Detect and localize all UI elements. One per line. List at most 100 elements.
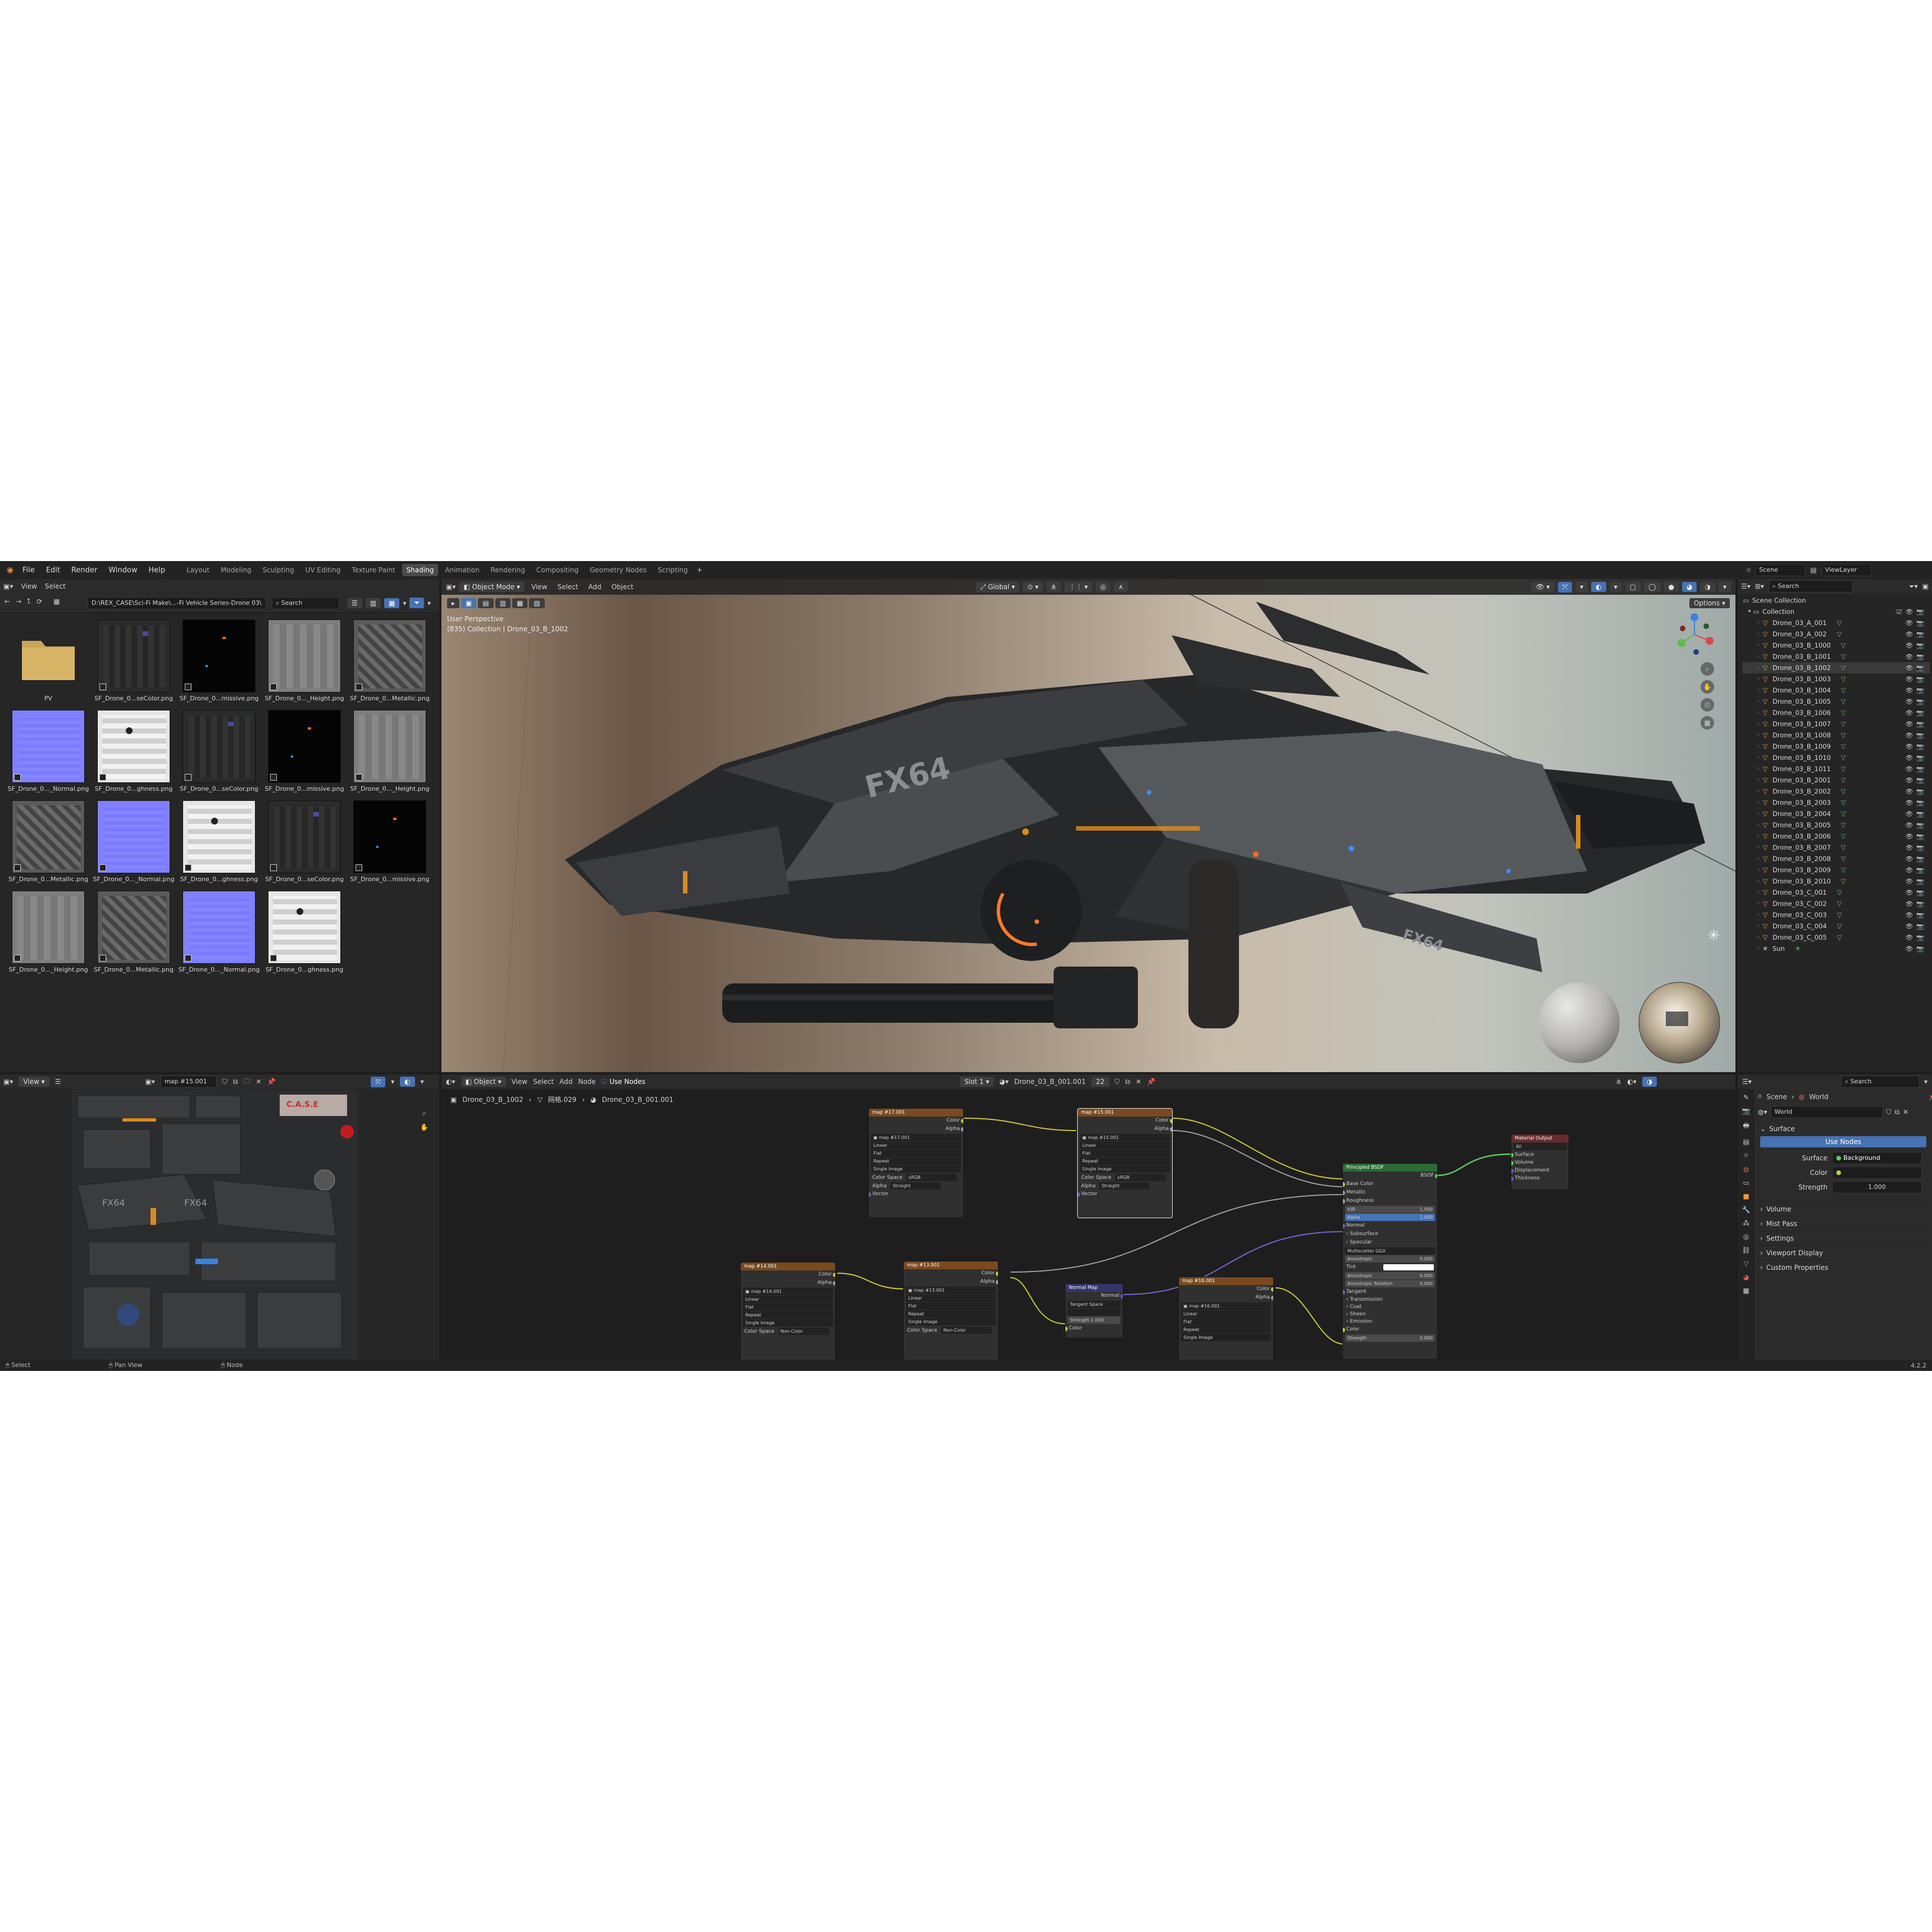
node-dropdown[interactable]: Single Image bbox=[871, 1165, 961, 1173]
mesh-data-icon[interactable]: ▽ bbox=[1841, 765, 1846, 773]
scene-selector[interactable]: Scene bbox=[1755, 564, 1806, 576]
expand-icon[interactable]: › bbox=[1756, 946, 1761, 951]
render-camera-icon[interactable]: 📷 bbox=[1916, 642, 1924, 649]
emission-strength-field[interactable]: Strength 0.000 bbox=[1345, 1334, 1435, 1342]
expand-icon[interactable]: › bbox=[1756, 822, 1761, 828]
mesh-data-icon[interactable]: ▽ bbox=[1841, 653, 1846, 660]
color-output-socket[interactable] bbox=[996, 1272, 998, 1276]
collection-tab-icon[interactable]: ▭ bbox=[1743, 1179, 1749, 1187]
outliner-editor-type-icon[interactable]: ☰▾ bbox=[1741, 582, 1751, 590]
visibility-eye-icon[interactable]: 👁 bbox=[1905, 900, 1913, 908]
texture-tab-icon[interactable]: ▦ bbox=[1743, 1287, 1749, 1295]
outliner-row-object[interactable]: › ▽ Drone_03_B_2009 ▽ 👁 📷 bbox=[1742, 864, 1930, 876]
viewport-editor-type-icon[interactable]: ▣▾ bbox=[446, 583, 455, 591]
select-intersect-icon[interactable]: ▧ bbox=[529, 598, 545, 608]
file-thumbnail[interactable]: SF_Drone_0...ghness.png bbox=[262, 891, 347, 973]
proportional-edit-icon[interactable]: ◎ bbox=[1095, 582, 1111, 592]
ie-gizmo-dropdown-icon[interactable]: ▾ bbox=[391, 1078, 394, 1086]
expand-icon[interactable]: › bbox=[1756, 744, 1761, 749]
pivot-point-icon[interactable]: ⊙ ▾ bbox=[1023, 582, 1044, 592]
color-output-socket[interactable] bbox=[961, 1119, 963, 1123]
gizmo-dropdown-icon[interactable]: ▾ bbox=[1575, 582, 1588, 592]
render-camera-icon[interactable]: 📷 bbox=[1916, 664, 1924, 672]
workspace-tab-modeling[interactable]: Modeling bbox=[216, 564, 256, 576]
visibility-eye-icon[interactable]: 👁 bbox=[1905, 833, 1913, 840]
mesh-data-icon[interactable]: ▽ bbox=[1841, 877, 1846, 885]
expand-icon[interactable]: › bbox=[1756, 935, 1761, 940]
file-thumbnail[interactable]: SF_Drone_0...Metallic.png bbox=[6, 800, 91, 883]
image-texture-node[interactable]: map #14.001 Color Alpha ▣ map #14.001 Linear… bbox=[740, 1262, 836, 1363]
world-fake-user-icon[interactable]: ⛉ bbox=[1887, 1108, 1892, 1117]
image-menu-icon[interactable]: ☰ bbox=[55, 1078, 61, 1086]
outliner-row-object[interactable]: › ▽ Drone_03_B_1005 ▽ 👁 📷 bbox=[1742, 696, 1930, 707]
mesh-data-icon[interactable]: ▽ bbox=[1841, 675, 1846, 683]
overlay-toggle-icon[interactable]: ◐ bbox=[1591, 582, 1606, 592]
alpha-output-socket[interactable] bbox=[833, 1281, 835, 1286]
node-dropdown[interactable]: Linear bbox=[743, 1296, 833, 1303]
menu-help[interactable]: Help bbox=[144, 566, 170, 575]
visibility-eye-icon[interactable]: 👁 bbox=[1905, 934, 1913, 941]
expand-icon[interactable]: › bbox=[1756, 732, 1761, 738]
node-dropdown[interactable]: Repeat bbox=[1080, 1158, 1170, 1165]
mesh-data-icon[interactable]: ▽ bbox=[1841, 832, 1846, 840]
file-thumbnail[interactable]: SF_Drone_0...missive.png bbox=[347, 800, 432, 883]
output-input-socket[interactable] bbox=[1511, 1177, 1514, 1181]
alpha-field[interactable]: Alpha 1.000 bbox=[1345, 1214, 1435, 1221]
display-list-icon[interactable]: ☰ bbox=[347, 598, 362, 608]
file-thumbnail[interactable]: SF_Drone_0...seColor.png bbox=[262, 800, 347, 883]
image-editor-type-icon[interactable]: ▣▾ bbox=[3, 1078, 13, 1086]
select-subtract-icon[interactable]: ▥ bbox=[495, 598, 511, 608]
3d-viewport[interactable]: FX64 FX64 ▣▾ ◧ Object Mode ▾ View Select… bbox=[441, 579, 1735, 1072]
expand-icon[interactable]: › bbox=[1756, 777, 1761, 783]
tool-toggle-icon[interactable]: ▸ bbox=[447, 598, 460, 608]
image-texture-node[interactable]: map #15.001 Color Alpha ▣ map #15.001 Linear… bbox=[1077, 1108, 1173, 1218]
props-pin-icon[interactable]: 📌 bbox=[1928, 1093, 1932, 1101]
node-dropdown[interactable]: Single Image bbox=[1181, 1334, 1271, 1341]
alpha-output-socket[interactable] bbox=[996, 1280, 998, 1284]
node-dropdown[interactable]: Single Image bbox=[1080, 1165, 1170, 1173]
data-tab-icon[interactable]: ▽ bbox=[1743, 1260, 1748, 1268]
mesh-data-icon[interactable]: ▽ bbox=[1841, 641, 1846, 649]
snap-icon[interactable]: ⋔ bbox=[1046, 582, 1061, 592]
render-camera-icon[interactable]: 📷 bbox=[1916, 687, 1924, 694]
new-folder-icon[interactable]: ▦ bbox=[53, 598, 60, 605]
expand-icon[interactable]: › bbox=[1756, 721, 1761, 727]
xray-icon[interactable]: ▢ bbox=[1625, 582, 1641, 592]
collection-row[interactable]: ▾ ▭ Collection ☑ 👁 📷 bbox=[1742, 606, 1930, 617]
workspace-tab-geometry-nodes[interactable]: Geometry Nodes bbox=[585, 564, 651, 576]
ie-overlay-icon[interactable]: ◐ bbox=[400, 1077, 415, 1087]
props-breadcrumb-scene[interactable]: Scene bbox=[1766, 1093, 1787, 1101]
visibility-eye-icon[interactable]: 👁 bbox=[1905, 788, 1913, 795]
render-camera-icon[interactable]: 📷 bbox=[1916, 754, 1924, 762]
expand-icon[interactable]: › bbox=[1756, 620, 1761, 626]
mesh-data-icon[interactable]: ▽ bbox=[1841, 754, 1846, 762]
world-duplicate-icon[interactable]: ⧉ bbox=[1895, 1108, 1900, 1117]
falloff-icon[interactable]: ∧ bbox=[1114, 582, 1128, 592]
color-output-socket[interactable] bbox=[1170, 1119, 1172, 1123]
blender-logo-icon[interactable]: ◉ bbox=[4, 566, 16, 575]
node-dropdown[interactable]: Single Image bbox=[743, 1319, 833, 1327]
particles-tab-icon[interactable]: ⁂ bbox=[1743, 1219, 1749, 1227]
image-pan-icon[interactable]: ✋ bbox=[420, 1123, 429, 1131]
ie-overlay-dropdown-icon[interactable]: ▾ bbox=[421, 1078, 424, 1086]
visibility-eye-icon[interactable]: 👁 bbox=[1905, 855, 1913, 863]
mesh-data-icon[interactable]: ▽ bbox=[1841, 810, 1846, 818]
node-dropdown[interactable]: Flat bbox=[1181, 1318, 1271, 1325]
image-selector[interactable]: ▣ map #15.001 bbox=[1080, 1134, 1170, 1141]
shading-material-icon[interactable]: ◕ bbox=[1682, 582, 1697, 592]
color-space-dropdown[interactable]: Non-Color bbox=[778, 1328, 829, 1335]
outliner-row-object[interactable]: › ▽ Drone_03_C_002 ▽ 👁 📷 bbox=[1742, 898, 1930, 909]
visibility-eye-icon[interactable]: 👁 bbox=[1905, 844, 1913, 851]
mesh-data-icon[interactable]: ▽ bbox=[1841, 686, 1846, 694]
material-tab-icon[interactable]: ◕ bbox=[1743, 1273, 1749, 1281]
ie-gizmo-icon[interactable]: ⤧ bbox=[371, 1076, 386, 1087]
pan-hand-icon[interactable]: ✋ bbox=[1701, 680, 1714, 694]
mesh-data-icon[interactable]: ▽ bbox=[1841, 787, 1846, 795]
vp-menu-object[interactable]: Object bbox=[608, 583, 637, 591]
outliner-row-object[interactable]: › ▽ Drone_03_B_2003 ▽ 👁 📷 bbox=[1742, 797, 1930, 808]
file-thumbnail[interactable]: SF_Drone_0..._Normal.png bbox=[176, 891, 262, 973]
outliner-row-object[interactable]: › ▽ Drone_03_B_2008 ▽ 👁 📷 bbox=[1742, 853, 1930, 864]
transform-orientation-dropdown[interactable]: ⤢ Global ▾ bbox=[976, 581, 1020, 593]
outliner-row-object[interactable]: › ▽ Drone_03_C_004 ▽ 👁 📷 bbox=[1742, 921, 1930, 932]
uv-map-field[interactable] bbox=[1068, 1309, 1120, 1316]
